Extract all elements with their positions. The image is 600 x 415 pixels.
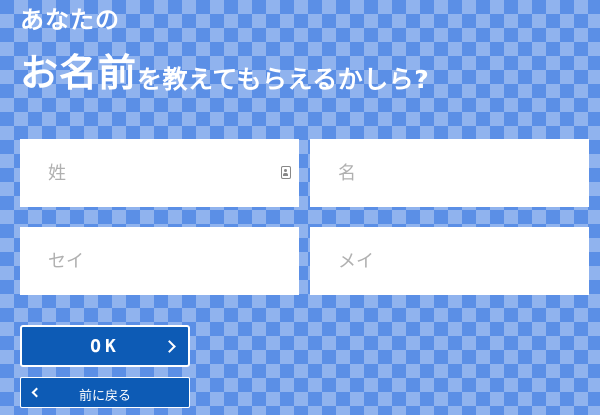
last-name-input[interactable]: [20, 139, 299, 207]
back-button-label: 前に戻る: [78, 388, 131, 403]
title-emphasis: お名前: [20, 51, 138, 95]
page-title: お名前を教えてもらえるかしら?: [20, 54, 429, 92]
last-name-kana-input[interactable]: [20, 227, 299, 295]
back-button[interactable]: 前に戻る: [20, 377, 190, 408]
ok-button[interactable]: OK: [20, 325, 190, 367]
heading-line1: あなたの: [20, 6, 120, 34]
title-rest: を教えてもらえるかしら?: [137, 65, 430, 94]
first-name-input[interactable]: [310, 139, 589, 207]
first-name-kana-input[interactable]: [310, 227, 589, 295]
contact-card-icon[interactable]: [281, 166, 291, 179]
